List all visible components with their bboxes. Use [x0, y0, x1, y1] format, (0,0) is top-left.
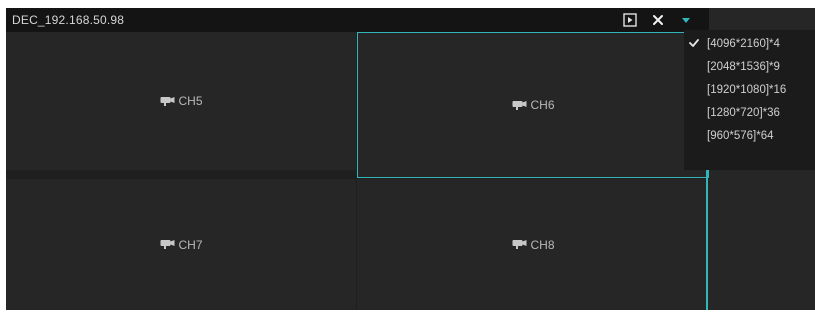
channel-name: CH7 — [178, 237, 203, 252]
channel-name: CH6 — [530, 98, 555, 112]
channel-name: CH5 — [178, 94, 203, 108]
close-icon[interactable] — [650, 12, 666, 28]
decoder-window: DEC_192.168.50.98 CH5 CH6 CH7 CH8 — [6, 8, 709, 310]
camera-icon — [159, 96, 175, 107]
channel-cell-ch6[interactable]: CH6 — [357, 32, 709, 178]
title-bar: DEC_192.168.50.98 — [6, 8, 709, 32]
checkmark-icon — [689, 38, 699, 50]
layout-option-label: [960*576]*64 — [707, 130, 774, 142]
channel-grid: CH5 CH6 CH7 CH8 — [6, 32, 709, 310]
channel-cell-ch7[interactable]: CH7 — [6, 179, 356, 310]
channel-label: CH6 — [511, 98, 555, 112]
layout-option-16[interactable]: [1920*1080]*16 — [684, 80, 815, 102]
layout-option-label: [2048*1536]*9 — [707, 61, 780, 73]
channel-name: CH8 — [530, 237, 555, 252]
layout-option-label: [1920*1080]*16 — [707, 84, 787, 96]
layout-dropdown-menu: [4096*2160]*4 [2048*1536]*9 [1920*1080]*… — [684, 30, 815, 170]
window-title: DEC_192.168.50.98 — [12, 13, 125, 27]
channel-label: CH5 — [159, 94, 203, 108]
layout-option-label: [4096*2160]*4 — [707, 38, 780, 50]
channel-cell-ch8[interactable]: CH8 — [357, 179, 709, 310]
window-icon[interactable] — [622, 12, 638, 28]
layout-option-36[interactable]: [1280*720]*36 — [684, 103, 815, 125]
layout-option-9[interactable]: [2048*1536]*9 — [684, 57, 815, 79]
channel-label: CH8 — [511, 237, 555, 252]
dropdown-arrow-icon[interactable] — [678, 12, 694, 28]
layout-option-64[interactable]: [960*576]*64 — [684, 126, 815, 148]
layout-option-4[interactable]: [4096*2160]*4 — [684, 34, 815, 56]
channel-label: CH7 — [159, 237, 203, 252]
camera-icon — [159, 239, 175, 250]
channel-cell-ch5[interactable]: CH5 — [6, 32, 356, 170]
layout-option-label: [1280*720]*36 — [707, 107, 780, 119]
camera-icon — [511, 239, 527, 250]
camera-icon — [511, 100, 527, 111]
